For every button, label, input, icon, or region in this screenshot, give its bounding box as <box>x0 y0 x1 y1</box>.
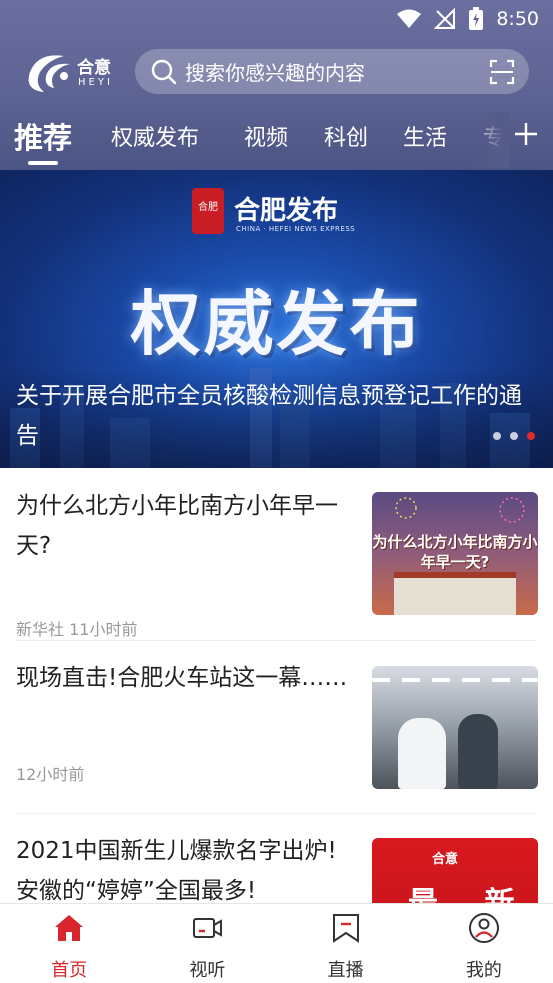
scan-icon[interactable] <box>489 59 515 85</box>
status-bar: 8:50 <box>396 6 539 32</box>
nav-home[interactable]: 首页 <box>0 904 138 983</box>
banner-headline-art: 权威发布 <box>130 283 423 365</box>
carousel-dot-active[interactable] <box>527 432 535 440</box>
wifi-icon <box>397 9 422 28</box>
news-title[interactable]: 现场直击!合肥火车站这一幕…… <box>16 658 352 698</box>
heyi-logo-icon <box>28 55 70 92</box>
banner-brand-sub: CHINA · HEFEI NEWS EXPRESS <box>236 225 356 233</box>
news-thumbnail[interactable]: 为什么北方小年比南方小年早一天? <box>372 492 538 615</box>
profile-icon <box>468 913 499 943</box>
logo-subtext: HEYI <box>78 77 113 88</box>
thumbnail-logo: 合意 <box>432 852 459 867</box>
news-title[interactable]: 为什么北方小年比南方小年早一天? <box>16 486 352 566</box>
nav-live-label: 直播 <box>327 960 364 981</box>
news-item[interactable]: 为什么北方小年比南方小年早一天? 新华社 11小时前 为什么北方小年比南方小年早… <box>0 486 553 641</box>
building-image <box>394 572 516 615</box>
tab-official[interactable]: 权威发布 <box>111 120 199 152</box>
search-placeholder: 搜索你感兴趣的内容 <box>185 61 365 85</box>
no-signal-icon <box>434 8 456 29</box>
nav-profile-label: 我的 <box>465 960 502 981</box>
nav-video[interactable]: 视听 <box>138 904 276 983</box>
live-icon <box>332 914 359 943</box>
tab-life[interactable]: 生活 <box>403 120 447 152</box>
active-tab-indicator <box>28 161 58 165</box>
battery-charging-icon <box>469 7 484 30</box>
search-bar[interactable]: 搜索你感兴趣的内容 <box>135 49 529 94</box>
banner-carousel[interactable]: 合肥 合肥发布 CHINA · HEFEI NEWS EXPRESS 权威发布 … <box>0 170 553 468</box>
fireworks-image <box>395 497 525 523</box>
traveler-image <box>458 714 498 789</box>
hefei-seal-logo: 合肥 <box>192 188 224 234</box>
tab-video[interactable]: 视频 <box>244 120 288 152</box>
banner-brand: 合肥发布 <box>234 196 339 226</box>
news-meta: 12小时前 <box>16 765 85 784</box>
news-item[interactable]: 现场直击!合肥火车站这一幕…… 12小时前 <box>0 658 553 813</box>
add-channel-icon[interactable] <box>513 121 539 147</box>
divider <box>16 813 537 814</box>
video-icon <box>193 918 223 938</box>
nav-video-label: 视听 <box>189 960 226 981</box>
news-meta: 新华社 11小时前 <box>16 620 138 639</box>
news-item[interactable]: 2021中国新生儿爆款名字出炉!安徽的“婷婷”全国最多! 合意 最 新 <box>0 831 553 961</box>
thumbnail-text: 为什么北方小年比南方小年早一天? <box>372 533 538 571</box>
carousel-dot[interactable] <box>493 432 501 440</box>
carousel-dot[interactable] <box>510 432 518 440</box>
banner-caption[interactable]: 关于开展合肥市全员核酸检测信息预登记工作的通告 <box>16 376 536 456</box>
bottom-navigation: 首页 视听 直播 我的 <box>0 903 553 983</box>
news-title[interactable]: 2021中国新生儿爆款名字出炉!安徽的“婷婷”全国最多! <box>16 831 352 911</box>
logo-text: 合意 <box>77 58 111 78</box>
tab-tech[interactable]: 科创 <box>324 120 368 152</box>
channel-tabs: 推荐 权威发布 视频 科创 生活 专 <box>0 112 553 168</box>
tabs-fade <box>470 112 510 168</box>
nav-live[interactable]: 直播 <box>277 904 415 983</box>
nav-home-label: 首页 <box>51 960 88 981</box>
search-icon <box>151 59 177 84</box>
home-icon <box>55 915 84 941</box>
news-thumbnail[interactable] <box>372 666 538 789</box>
clock: 8:50 <box>496 8 539 30</box>
medical-worker-image <box>398 718 446 789</box>
app-header: 8:50 合意 HEYI 搜索你感兴趣的内容 推荐 权威发布 视频 科创 生活 … <box>0 0 553 170</box>
ceiling-lights-image <box>372 678 538 682</box>
carousel-indicator <box>493 432 535 440</box>
nav-profile[interactable]: 我的 <box>415 904 553 983</box>
app-logo[interactable]: 合意 HEYI <box>24 50 124 96</box>
divider <box>16 640 537 641</box>
tab-recommend[interactable]: 推荐 <box>14 115 72 157</box>
